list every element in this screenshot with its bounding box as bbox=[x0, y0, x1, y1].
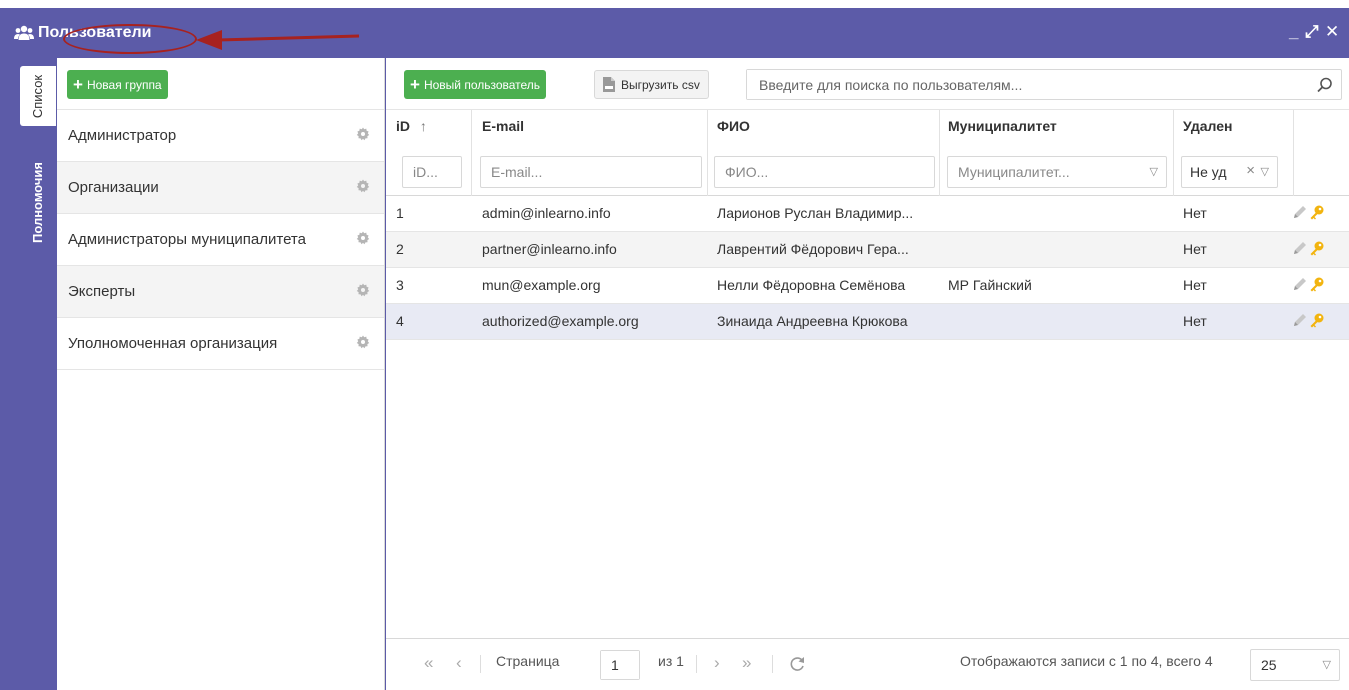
table-row[interactable]: 4 authorized@example.org Зинаида Андреев… bbox=[386, 304, 1349, 340]
vertical-tabs: Список Полномочия bbox=[0, 58, 57, 690]
group-item[interactable]: Администратор bbox=[57, 110, 384, 162]
prev-page-icon[interactable]: ‹ bbox=[456, 653, 462, 673]
last-page-icon[interactable]: » bbox=[742, 653, 751, 673]
close-button[interactable]: ✕ bbox=[1325, 22, 1339, 42]
key-icon[interactable] bbox=[1309, 204, 1325, 220]
annotation-arrow bbox=[196, 30, 360, 50]
column-header-municipality[interactable]: Муниципалитет bbox=[948, 118, 1057, 134]
id-filter-input[interactable] bbox=[403, 157, 461, 187]
page-number-field bbox=[600, 650, 640, 680]
window-title: Пользователи bbox=[38, 24, 152, 41]
chevron-down-icon[interactable]: ▽ bbox=[1261, 165, 1269, 178]
column-header-id[interactable]: iD ↑ bbox=[396, 118, 427, 134]
pager-separator bbox=[480, 655, 481, 673]
column-header-deleted[interactable]: Удален bbox=[1183, 118, 1232, 134]
email-filter bbox=[480, 156, 702, 188]
export-csv-button[interactable]: Выгрузить csv bbox=[594, 70, 709, 99]
table-row[interactable]: 3 mun@example.org Нелли Фёдоровна Семёно… bbox=[386, 268, 1349, 304]
id-filter bbox=[402, 156, 462, 188]
sort-asc-icon: ↑ bbox=[419, 118, 427, 134]
gear-icon[interactable] bbox=[356, 179, 370, 193]
column-header-email[interactable]: E-mail bbox=[482, 118, 524, 134]
new-group-button[interactable]: + Новая группа bbox=[67, 70, 168, 99]
records-status: Отображаются записи с 1 по 4, всего 4 bbox=[960, 653, 1213, 669]
csv-file-icon bbox=[603, 77, 615, 92]
fio-filter-input[interactable] bbox=[715, 157, 934, 187]
key-icon[interactable] bbox=[1309, 240, 1325, 256]
group-item[interactable]: Администраторы муниципалитета bbox=[57, 214, 384, 266]
deleted-filter[interactable]: × ▽ bbox=[1181, 156, 1278, 188]
first-page-icon[interactable]: « bbox=[424, 653, 433, 673]
table-row[interactable]: 2 partner@inlearno.info Лаврентий Фёдоро… bbox=[386, 232, 1349, 268]
gear-icon[interactable] bbox=[356, 283, 370, 297]
chevron-down-icon[interactable]: ▽ bbox=[1323, 658, 1331, 671]
page-label: Страница bbox=[496, 653, 560, 669]
search-icon[interactable] bbox=[1317, 77, 1333, 93]
new-user-button[interactable]: + Новый пользователь bbox=[404, 70, 547, 99]
maximize-button[interactable]: ⤢ bbox=[1305, 22, 1319, 42]
users-panel: + Новый пользователь Выгрузить csv Введи… bbox=[386, 58, 1349, 690]
search-input[interactable] bbox=[747, 70, 1307, 99]
minimize-button[interactable]: _ bbox=[1289, 22, 1298, 42]
email-filter-input[interactable] bbox=[481, 157, 701, 187]
groups-toolbar: + Новая группа bbox=[57, 58, 384, 110]
groups-panel: + Новая группа Администратор Организации… bbox=[57, 58, 385, 690]
chevron-down-icon[interactable]: ▽ bbox=[1150, 165, 1158, 178]
fio-filter bbox=[714, 156, 935, 188]
users-window: Пользователи _ ⤢ ✕ Список Полномочия + Н… bbox=[0, 8, 1349, 690]
group-item[interactable]: Организации bbox=[57, 162, 384, 214]
municipality-filter[interactable]: ▽ bbox=[947, 156, 1167, 188]
edit-icon[interactable] bbox=[1292, 312, 1308, 328]
column-separator bbox=[471, 110, 472, 196]
grid-header: iD ↑ E-mail ФИО Муниципалитет Удален iD.… bbox=[386, 110, 1349, 196]
clear-icon[interactable]: × bbox=[1246, 162, 1255, 179]
group-item[interactable]: Эксперты bbox=[57, 266, 384, 318]
edit-icon[interactable] bbox=[1292, 276, 1308, 292]
refresh-icon[interactable] bbox=[788, 655, 806, 673]
gear-icon[interactable] bbox=[356, 231, 370, 245]
column-separator bbox=[707, 110, 708, 196]
page-count-label: из 1 bbox=[658, 653, 684, 669]
next-page-icon[interactable]: › bbox=[714, 653, 720, 673]
plus-icon: + bbox=[73, 75, 83, 94]
column-header-fio[interactable]: ФИО bbox=[717, 118, 750, 134]
gear-icon[interactable] bbox=[356, 335, 370, 349]
edit-icon[interactable] bbox=[1292, 240, 1308, 256]
plus-icon: + bbox=[410, 75, 420, 94]
column-separator bbox=[1173, 110, 1174, 196]
pager-separator bbox=[696, 655, 697, 673]
tab-permissions[interactable]: Полномочия bbox=[20, 148, 56, 256]
search-box bbox=[746, 69, 1342, 100]
pager-separator bbox=[772, 655, 773, 673]
municipality-filter-input[interactable] bbox=[948, 157, 1166, 187]
edit-icon[interactable] bbox=[1292, 204, 1308, 220]
users-icon bbox=[14, 25, 34, 40]
page-size-select[interactable]: 25 ▽ bbox=[1250, 649, 1340, 681]
key-icon[interactable] bbox=[1309, 312, 1325, 328]
column-separator bbox=[1293, 110, 1294, 196]
key-icon[interactable] bbox=[1309, 276, 1325, 292]
pagination-bar: « ‹ Страница из 1 › » Отображаются запис… bbox=[386, 638, 1349, 690]
page-number-input[interactable] bbox=[601, 651, 639, 679]
users-toolbar: + Новый пользователь Выгрузить csv bbox=[386, 58, 1349, 110]
column-separator bbox=[939, 110, 940, 196]
table-row[interactable]: 1 admin@inlearno.info Ларионов Руслан Вл… bbox=[386, 196, 1349, 232]
tab-list[interactable]: Список bbox=[20, 66, 56, 126]
group-item[interactable]: Уполномоченная организация bbox=[57, 318, 384, 370]
gear-icon[interactable] bbox=[356, 127, 370, 141]
